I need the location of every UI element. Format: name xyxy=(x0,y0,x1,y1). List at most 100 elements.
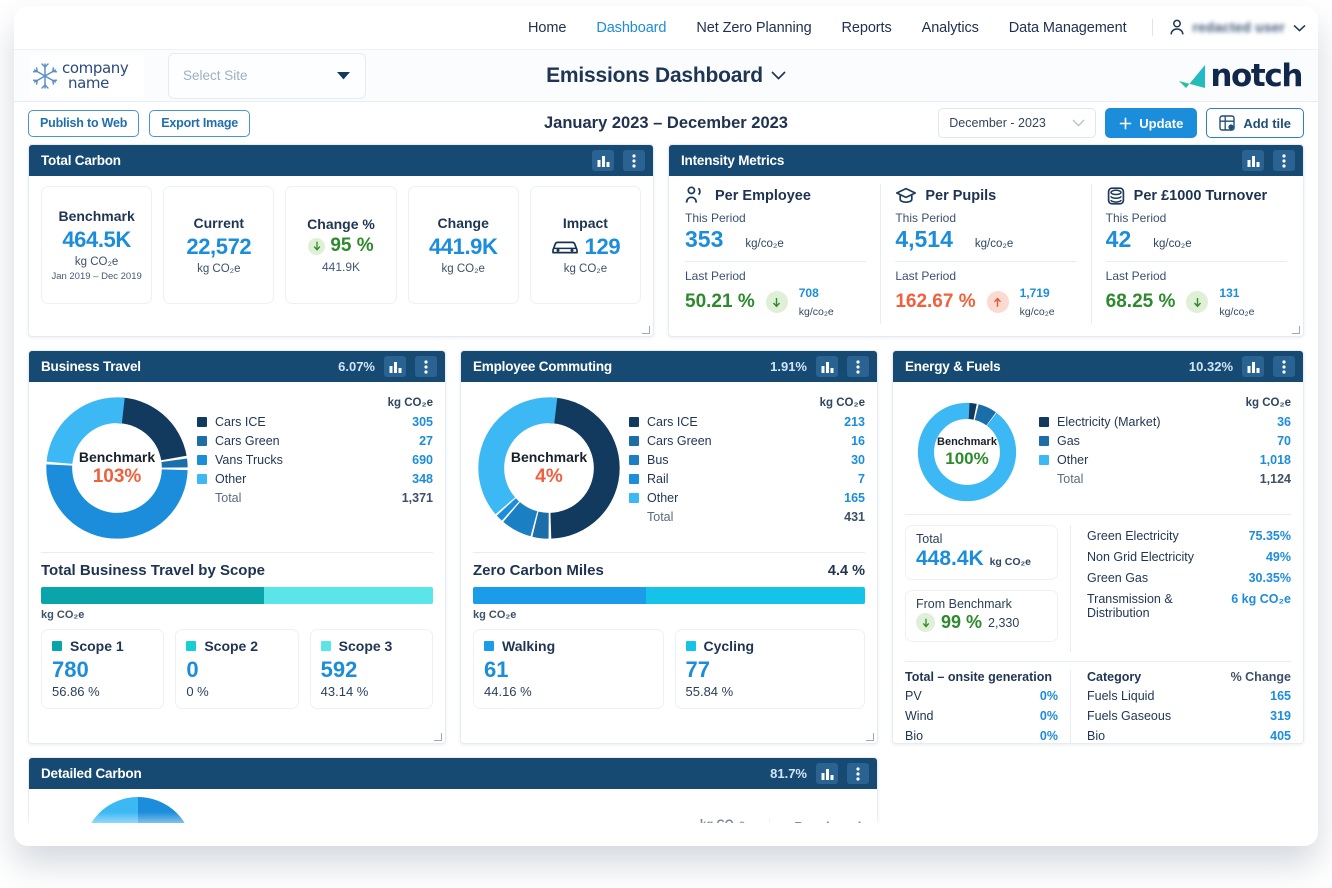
arrow-up-icon xyxy=(993,297,1002,308)
export-image-button[interactable]: Export Image xyxy=(149,110,250,137)
mode-item: Cycling 77 55.84 % xyxy=(675,629,866,709)
chevron-down-icon[interactable] xyxy=(771,71,786,80)
legend-label: Electricity (Market) xyxy=(1057,415,1160,429)
mode-header: Walking xyxy=(484,638,653,654)
site-select-placeholder: Select Site xyxy=(183,68,248,83)
table-header-left: Category xyxy=(1087,670,1141,684)
stat-label: Change % xyxy=(307,216,375,232)
stat-label: Change xyxy=(438,215,489,231)
month-select-value: December - 2023 xyxy=(949,116,1046,130)
legend-item: Bus 30 xyxy=(629,450,865,469)
nav-link-home[interactable]: Home xyxy=(513,20,581,36)
legend-label: Cars Green xyxy=(647,434,712,448)
chart-view-icon[interactable] xyxy=(1242,356,1264,377)
from-benchmark-value-group: 99 % 2,330 xyxy=(916,612,1047,633)
divider xyxy=(905,661,1291,662)
arrow-down-badge xyxy=(766,291,788,313)
nav-link-data-management[interactable]: Data Management xyxy=(994,20,1142,36)
this-period-value: 4,514 xyxy=(895,226,953,253)
arrow-down-badge xyxy=(916,613,935,632)
card-menu-button[interactable] xyxy=(1273,356,1295,377)
card-percent: 81.7% xyxy=(770,766,807,781)
legend-total: Total 1,371 xyxy=(197,488,433,507)
chart-view-icon[interactable] xyxy=(592,150,614,171)
card-menu-button[interactable] xyxy=(623,150,645,171)
add-tile-icon xyxy=(1219,115,1235,131)
chart-view-icon[interactable] xyxy=(816,356,838,377)
cell-value: 0% xyxy=(1040,729,1058,743)
divider xyxy=(41,552,433,553)
publish-to-web-button[interactable]: Publish to Web xyxy=(28,110,139,137)
legend-swatch-empty xyxy=(629,512,639,522)
total-card-label: Total xyxy=(916,532,1047,546)
month-select[interactable]: December - 2023 xyxy=(938,108,1096,138)
energy-stats-column: Green Electricity 75.35% Non Grid Electr… xyxy=(1071,525,1291,652)
arrow-down-icon xyxy=(313,241,321,251)
nav-link-dashboard[interactable]: Dashboard xyxy=(581,20,681,36)
card-percent: 10.32% xyxy=(1189,359,1233,374)
notch-wordmark: notch xyxy=(1210,58,1302,94)
card-body: Benchmark 103% kg CO₂e Cars ICE 305 xyxy=(29,382,445,743)
card-total-carbon: Total Carbon Benc xyxy=(28,144,654,337)
nav-link-net-zero-planning[interactable]: Net Zero Planning xyxy=(681,20,826,36)
nav-link-analytics[interactable]: Analytics xyxy=(907,20,994,36)
legend-item: Cars ICE 305 xyxy=(197,412,433,431)
stat-unit: kg CO₂e xyxy=(441,263,484,275)
chart-view-icon[interactable] xyxy=(816,763,838,784)
chart-view-icon[interactable] xyxy=(384,356,406,377)
legend: kg CO₂e Electricity (Market) 36 Gas 70 xyxy=(1039,392,1291,506)
site-select[interactable]: Select Site xyxy=(168,53,366,99)
table-row: Bio 405 xyxy=(1087,726,1291,744)
divider xyxy=(473,552,865,553)
legend-value: 213 xyxy=(844,415,865,429)
card-menu-button[interactable] xyxy=(1273,150,1295,171)
legend-value: 27 xyxy=(419,434,433,448)
nav-link-reports[interactable]: Reports xyxy=(827,20,907,36)
employee-commuting-breakdown: Benchmark 4% kg CO₂e Cars ICE 213 xyxy=(473,392,865,544)
stat-label: Impact xyxy=(563,215,608,231)
card-percent: 6.07% xyxy=(338,359,375,374)
mode-value: 61 xyxy=(484,656,653,684)
energy-detail-top: Total 448.4K kg CO₂e From Benchmark xyxy=(905,525,1291,652)
card-intensity-metrics: Intensity Metrics xyxy=(668,144,1304,337)
card-energy-fuels: Energy & Fuels 10.32% xyxy=(892,350,1304,744)
resize-handle[interactable] xyxy=(866,733,874,741)
legend-unit-header: kg CO₂e xyxy=(1039,397,1291,409)
card-menu-button[interactable] xyxy=(847,763,869,784)
bar-unit-label: kg CO₂e xyxy=(473,609,865,621)
chart-view-icon[interactable] xyxy=(1242,150,1264,171)
legend-label: Vans Trucks xyxy=(215,453,283,467)
stat-row: Non Grid Electricity 49% xyxy=(1087,546,1291,567)
stat-value: 49% xyxy=(1266,550,1291,564)
donut-center: Benchmark 100% xyxy=(913,398,1021,506)
card-menu-button[interactable] xyxy=(415,356,437,377)
resize-handle[interactable] xyxy=(642,326,650,334)
card-header: Business Travel 6.07% xyxy=(29,351,445,382)
update-button[interactable]: Update xyxy=(1105,108,1197,138)
from-benchmark-percent: 99 % xyxy=(941,612,982,633)
this-period-value-group: 4,514 kg/co₂e xyxy=(895,226,1076,253)
scope-item: Scope 2 0 0 % xyxy=(175,629,298,709)
arrow-down-icon xyxy=(772,297,781,308)
stat-value: 6 kg CO₂e xyxy=(1231,592,1291,606)
resize-handle[interactable] xyxy=(1292,326,1300,334)
user-menu[interactable]: redacted user xyxy=(1152,19,1306,36)
mode-header: Cycling xyxy=(686,638,855,654)
arrow-down-icon xyxy=(922,618,930,628)
cell-value: 0% xyxy=(1040,689,1058,703)
update-button-label: Update xyxy=(1139,116,1183,131)
legend-swatch-empty xyxy=(1039,474,1049,484)
table-row: PV 0% xyxy=(905,686,1058,706)
this-period-label: This Period xyxy=(1106,211,1287,225)
resize-handle[interactable] xyxy=(434,733,442,741)
bar-chart-icon xyxy=(1247,155,1260,167)
cell-value: 0% xyxy=(1040,709,1058,723)
table-header-label: Total – onsite generation xyxy=(905,670,1052,684)
dashboard-title-text[interactable]: Emissions Dashboard xyxy=(546,64,763,88)
card-menu-button[interactable] xyxy=(847,356,869,377)
stat-key: Non Grid Electricity xyxy=(1087,550,1194,564)
divider xyxy=(905,514,1291,515)
add-tile-button[interactable]: Add tile xyxy=(1206,108,1304,138)
benchmark-label: Benchmark xyxy=(511,449,587,465)
bar-segment-scope-1 xyxy=(41,587,264,604)
